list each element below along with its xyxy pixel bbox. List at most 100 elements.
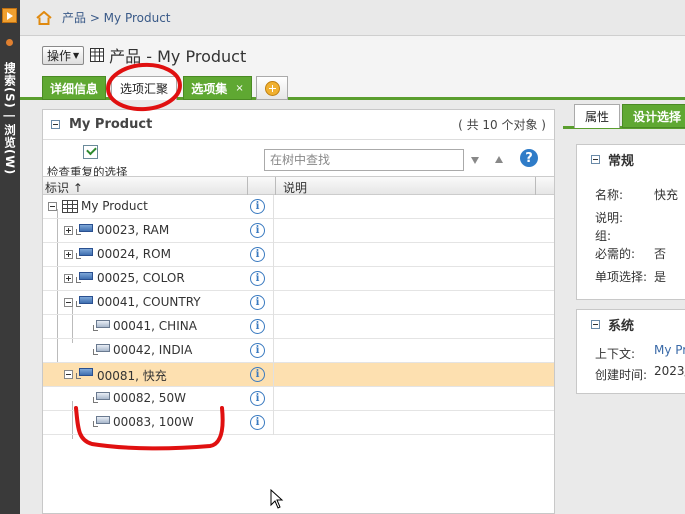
column-separator [247, 177, 248, 195]
tree-row[interactable]: 00083, 100W i [43, 411, 554, 435]
group-label: 组: [595, 229, 612, 243]
tree-rows: My Product i 00023, RAM i 00024, ROM i 0… [43, 195, 554, 439]
property-tabs: 属性 设计选择 [563, 103, 685, 129]
find-previous-icon[interactable] [495, 156, 503, 163]
expand-panel-icon[interactable] [2, 8, 17, 23]
option-group-icon [76, 368, 93, 380]
info-icon[interactable]: i [250, 199, 265, 214]
search-browse-toggle[interactable]: 搜索(S) | 浏览(W) [2, 62, 18, 175]
tree-row[interactable]: 00082, 50W i [43, 387, 554, 411]
cell-separator [273, 363, 274, 387]
find-next-icon[interactable] [471, 157, 479, 164]
option-group-icon [76, 272, 93, 284]
option-value-icon [93, 344, 110, 356]
tab-option-sets-label: 选项集 [191, 81, 228, 96]
option-group-icon [76, 224, 93, 236]
info-icon[interactable]: i [250, 247, 265, 262]
chevron-down-icon: ▼ [73, 50, 80, 60]
tab-option-sets[interactable]: 选项集 × [183, 76, 252, 100]
collapse-node-icon[interactable] [64, 370, 73, 379]
context-label: 上下文: [595, 347, 636, 361]
info-icon[interactable]: i [250, 223, 265, 238]
check-duplicates-icon[interactable] [83, 145, 98, 159]
general-header: 常规 [577, 145, 685, 173]
tree-row[interactable]: 00042, INDIA i [43, 339, 554, 363]
general-section: 常规 名称: 快充 说明: 组: 必需的: 否 单项选择: 是 [576, 144, 685, 300]
tree-row[interactable]: 00023, RAM i [43, 219, 554, 243]
actions-label: 操作 [47, 48, 72, 63]
system-section: 系统 上下文: My Pr 创建时间: 2023/ [576, 309, 685, 394]
tab-option-summary[interactable]: 选项汇聚 [111, 76, 177, 100]
breadcrumb-path[interactable]: 产品 > My Product [62, 9, 171, 26]
mouse-cursor-icon [270, 489, 284, 509]
column-id[interactable]: 标识 ↑ [45, 179, 83, 196]
add-icon [264, 80, 280, 96]
panel-title: My Product [69, 117, 153, 132]
node-label: 00042, INDIA [113, 343, 193, 357]
actions-button[interactable]: 操作 ▼ [42, 45, 85, 65]
tree-row[interactable]: 00041, CHINA i [43, 315, 554, 339]
object-count: ( 共 10 个对象 ) [458, 118, 546, 132]
required-label: 必需的: [595, 247, 636, 261]
system-title: 系统 [608, 318, 635, 334]
cell-separator [273, 387, 274, 411]
option-value-icon [93, 320, 110, 332]
info-icon[interactable]: i [250, 271, 265, 286]
expand-node-icon[interactable] [64, 250, 73, 259]
node-label: My Product [81, 199, 148, 213]
cell-separator [273, 195, 274, 219]
home-icon[interactable] [36, 10, 52, 25]
close-icon[interactable]: × [235, 83, 243, 94]
info-icon[interactable]: i [250, 367, 265, 382]
cell-separator [273, 243, 274, 267]
tab-strip: 详细信息 选项汇聚 选项集 × [20, 74, 685, 100]
expand-node-icon[interactable] [64, 226, 73, 235]
expand-node-icon[interactable] [64, 274, 73, 283]
tree-search-input[interactable] [264, 149, 464, 171]
collapse-icon[interactable] [51, 120, 60, 129]
single-select-label: 单项选择: [595, 270, 648, 284]
product-structure-icon [90, 48, 105, 62]
cell-separator [273, 219, 274, 243]
rail-dot-icon [6, 39, 13, 46]
title-row: 操作 ▼ 产品 - My Product [20, 36, 685, 74]
info-icon[interactable]: i [250, 391, 265, 406]
created-label: 创建时间: [595, 368, 648, 382]
tree-row[interactable]: 00024, ROM i [43, 243, 554, 267]
option-group-icon [76, 248, 93, 260]
column-separator [275, 177, 276, 195]
tab-details[interactable]: 详细信息 [42, 76, 106, 100]
node-label: 00083, 100W [113, 415, 194, 429]
add-tab-button[interactable] [256, 76, 288, 100]
general-title: 常规 [608, 153, 635, 169]
collapse-node-icon[interactable] [48, 202, 57, 211]
left-rail: 搜索(S) | 浏览(W) [0, 0, 20, 514]
tab-properties[interactable]: 属性 [574, 104, 620, 128]
tree-row-root[interactable]: My Product i [43, 195, 554, 219]
context-link[interactable]: My Pr [654, 343, 685, 357]
created-value: 2023/ [654, 364, 685, 378]
node-label: 00041, COUNTRY [97, 295, 201, 309]
info-icon[interactable]: i [250, 319, 265, 334]
help-icon[interactable]: ? [520, 149, 538, 167]
tab-design-selection[interactable]: 设计选择 [622, 104, 685, 128]
tree-row[interactable]: 00025, COLOR i [43, 267, 554, 291]
info-icon[interactable]: i [250, 343, 265, 358]
tree-row-selected[interactable]: 00081, 快充 i [43, 363, 554, 387]
column-description[interactable]: 说明 [283, 179, 307, 196]
node-label: 00025, COLOR [97, 271, 185, 285]
breadcrumb: 产品 > My Product [20, 0, 685, 36]
node-label: 00081, 快充 [97, 369, 167, 383]
cell-separator [273, 339, 274, 363]
info-icon[interactable]: i [250, 415, 265, 430]
tree-row[interactable]: 00041, COUNTRY i [43, 291, 554, 315]
collapse-node-icon[interactable] [64, 298, 73, 307]
info-icon[interactable]: i [250, 295, 265, 310]
option-group-icon [76, 296, 93, 308]
option-value-icon [93, 392, 110, 404]
collapse-icon[interactable] [591, 319, 600, 329]
option-value-icon [93, 416, 110, 428]
cell-separator [273, 411, 274, 435]
collapse-icon[interactable] [591, 154, 600, 164]
description-label: 说明: [595, 211, 624, 225]
